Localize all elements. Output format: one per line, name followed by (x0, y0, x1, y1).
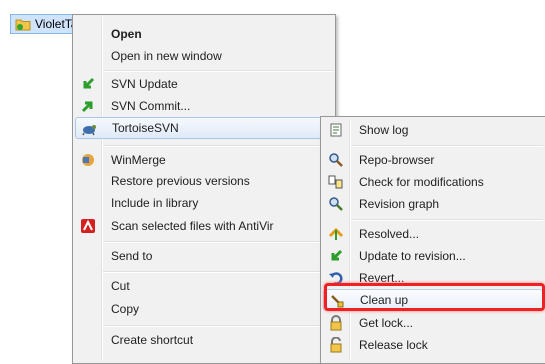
menu-item-label: Show log (359, 123, 409, 137)
menu-item-winmerge[interactable]: WinMerge (75, 149, 333, 171)
menu-item-label: TortoiseSVN (112, 121, 179, 135)
tortoise-icon (81, 121, 97, 137)
menu-separator (351, 219, 543, 221)
revision-graph-icon (328, 196, 344, 212)
menu-item-label: Update to revision... (359, 249, 466, 263)
tortoisesvn-submenu: Show log Repo-browser Check for modifica… (320, 116, 545, 364)
menu-item-label: Open in new window (111, 49, 222, 63)
menu-item-label: Open (111, 27, 142, 41)
folder-icon (15, 19, 31, 31)
menu-item-label: WinMerge (111, 153, 166, 167)
show-log-icon (328, 122, 344, 138)
menu-separator (103, 70, 333, 72)
menu-item-label: Get lock... (359, 316, 414, 330)
menu-item-label: Cut (111, 279, 130, 293)
menu-item-open[interactable]: Open (75, 23, 333, 45)
menu-item-label: Restore previous versions (111, 174, 250, 188)
menu-item-label: SVN Update (111, 77, 178, 91)
menu-item-resolved[interactable]: Resolved... (323, 223, 543, 245)
menu-item-label: Revision graph (359, 197, 440, 211)
svn-commit-icon (80, 98, 96, 114)
menu-item-label: Release lock (359, 338, 428, 352)
menu-item-label: Create shortcut (111, 333, 194, 347)
menu-item-svn-commit[interactable]: SVN Commit... (75, 95, 333, 117)
menu-item-release-lock[interactable]: Release lock (323, 334, 543, 356)
menu-item-label: Scan selected files with AntiVir (111, 219, 274, 233)
menu-item-restore-previous-versions[interactable]: Restore previous versions (75, 170, 333, 192)
menu-item-label: Include in library (111, 196, 199, 210)
menu-item-send-to[interactable]: Send to (75, 245, 333, 267)
menu-separator (103, 325, 333, 327)
menu-item-label: Copy (111, 302, 140, 316)
menu-item-repo-browser[interactable]: Repo-browser (323, 149, 543, 171)
menu-item-open-new-window[interactable]: Open in new window (75, 45, 333, 67)
menu-item-tortoisesvn[interactable]: TortoiseSVN (75, 117, 333, 139)
menu-separator (351, 145, 543, 147)
resolved-icon (328, 226, 344, 242)
svn-update-icon (80, 76, 96, 92)
repo-browser-icon (328, 152, 344, 168)
menu-item-label: Send to (111, 249, 153, 263)
menu-item-label: Check for modifications (359, 175, 484, 189)
menu-separator (103, 145, 333, 147)
menu-item-scan-antivir[interactable]: Scan selected files with AntiVir (75, 215, 333, 237)
menu-separator (103, 241, 333, 243)
antivir-icon (80, 218, 96, 234)
menu-item-create-shortcut[interactable]: Create shortcut (75, 329, 333, 351)
update-revision-icon (328, 248, 344, 264)
menu-item-label: SVN Commit... (111, 99, 191, 113)
menu-item-cut[interactable]: Cut (75, 275, 333, 297)
menu-item-check-modifications[interactable]: Check for modifications (323, 171, 543, 193)
menu-item-svn-update[interactable]: SVN Update (75, 73, 333, 95)
menu-item-show-log[interactable]: Show log (323, 119, 543, 141)
lock-icon (328, 315, 344, 331)
menu-item-revision-graph[interactable]: Revision graph (323, 193, 543, 215)
menu-item-label: Repo-browser (359, 153, 435, 167)
menu-item-get-lock[interactable]: Get lock... (323, 312, 543, 334)
check-modifications-icon (328, 174, 344, 190)
winmerge-icon (80, 152, 96, 168)
context-menu: Open Open in new window SVN Update SVN C… (72, 14, 336, 364)
menu-item-label: Resolved... (359, 227, 420, 241)
clean-up-highlight-box (324, 283, 545, 311)
menu-item-update-to-revision[interactable]: Update to revision... (323, 245, 543, 267)
unlock-icon (328, 337, 344, 353)
menu-separator (103, 271, 333, 273)
menu-item-include-in-library[interactable]: Include in library (75, 192, 333, 214)
menu-item-copy[interactable]: Copy (75, 298, 333, 320)
